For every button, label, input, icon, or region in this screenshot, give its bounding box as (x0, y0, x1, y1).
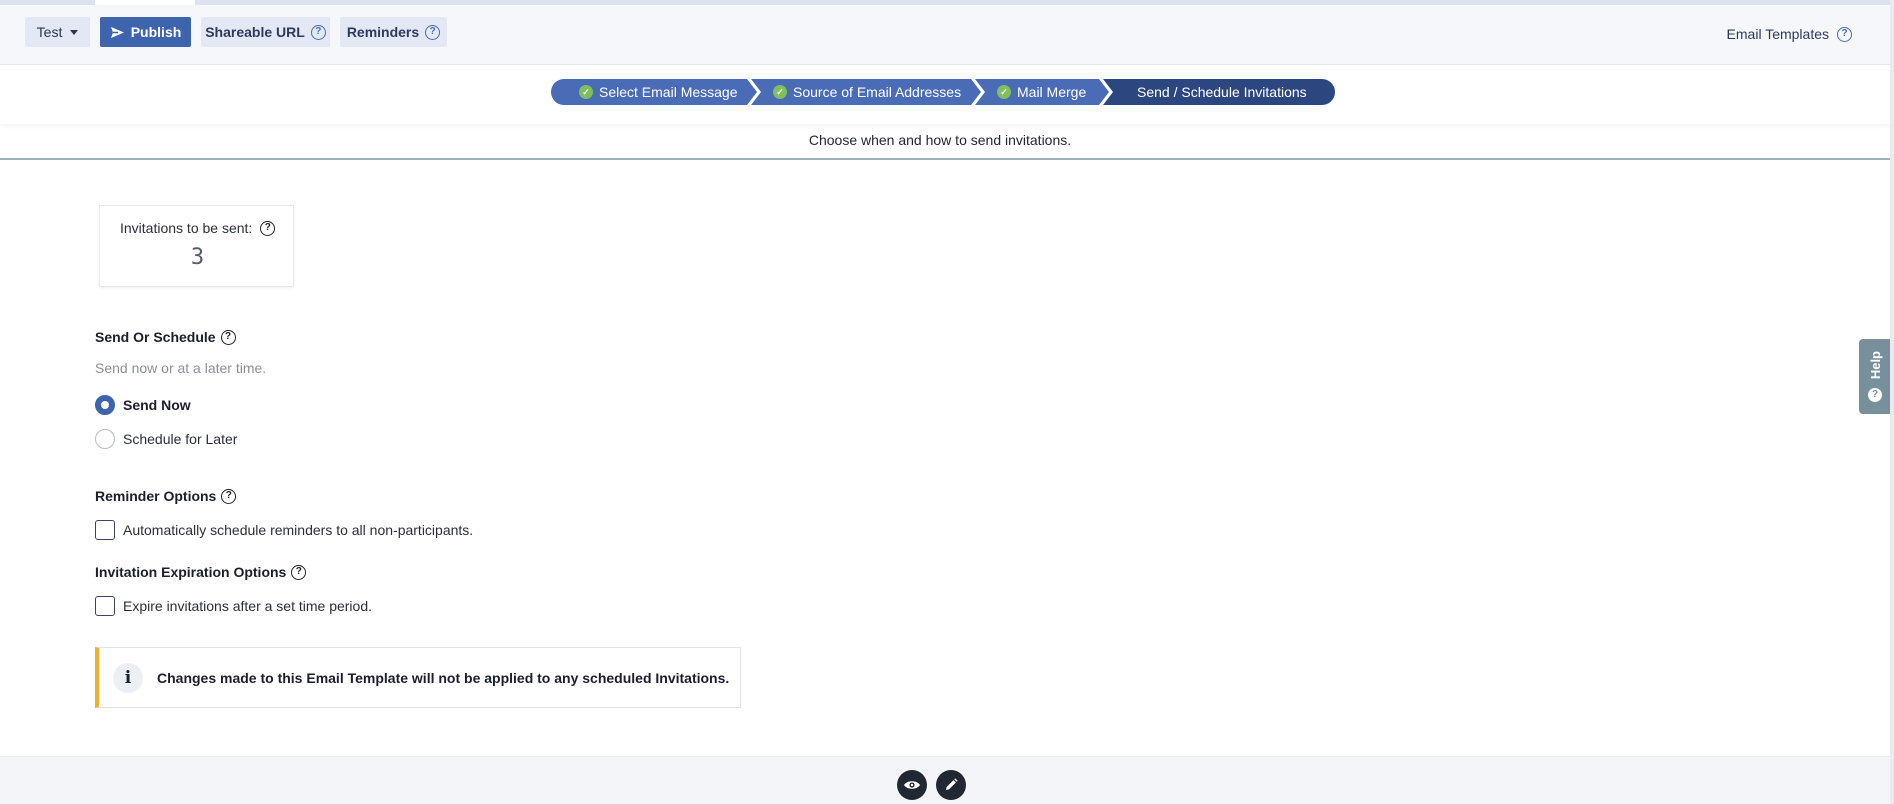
expire-invitations-label: Expire invitations after a set time peri… (123, 598, 373, 614)
email-templates-link[interactable]: Email Templates ? (1727, 26, 1852, 42)
question-icon[interactable]: ? (425, 24, 441, 40)
send-or-schedule-title-text: Send Or Schedule (95, 329, 216, 345)
step-label: Send / Schedule Invitations (1137, 84, 1307, 100)
check-icon: ✓ (997, 85, 1011, 99)
question-icon[interactable]: ? (220, 329, 236, 345)
expiration-options-title-text: Invitation Expiration Options (95, 564, 287, 580)
page: Test Publish Shareable URL ? Reminders ?… (0, 0, 1894, 804)
shareable-url-label: Shareable URL (205, 24, 305, 40)
reminder-options-title-text: Reminder Options (95, 488, 217, 504)
send-or-schedule-description: Send now or at a later time. (95, 360, 267, 376)
edit-button[interactable] (936, 770, 966, 800)
expire-invitations-checkbox[interactable] (95, 596, 115, 616)
reminder-options-title: Reminder Options ? (95, 488, 237, 504)
scheduled-invitations-notice: i Changes made to this Email Template wi… (95, 647, 741, 708)
schedule-later-radio[interactable] (95, 429, 115, 449)
question-icon: ? (1868, 387, 1882, 402)
help-label: Help (1867, 351, 1883, 380)
invitations-count-label: Invitations to be sent: (120, 220, 253, 236)
page-subtitle: Choose when and how to send invitations. (808, 132, 1072, 148)
invitations-count-card: Invitations to be sent: ? 3 (99, 205, 294, 287)
toolbar: Test Publish Shareable URL ? Reminders ?… (0, 5, 1890, 65)
eye-icon (904, 781, 920, 789)
pencil-icon (946, 778, 958, 790)
divider (0, 158, 1890, 160)
auto-reminders-checkbox[interactable] (95, 520, 115, 540)
step-send-schedule-invitations[interactable]: Send / Schedule Invitations (1103, 79, 1335, 105)
step-mail-merge[interactable]: ✓ Mail Merge (975, 79, 1109, 105)
check-icon: ✓ (773, 85, 787, 99)
step-source-of-email-addresses[interactable]: ✓ Source of Email Addresses (751, 79, 981, 105)
send-icon (110, 26, 124, 38)
step-select-email-message[interactable]: ✓ Select Email Message (551, 79, 757, 105)
schedule-later-label: Schedule for Later (123, 431, 238, 447)
send-now-label: Send Now (123, 397, 191, 413)
step-label: Mail Merge (1017, 84, 1087, 100)
auto-reminders-checkbox-option[interactable]: Automatically schedule reminders to all … (95, 520, 473, 540)
auto-reminders-label: Automatically schedule reminders to all … (123, 522, 474, 538)
shareable-url-button[interactable]: Shareable URL ? (201, 17, 330, 47)
step-label: Source of Email Addresses (793, 84, 962, 100)
test-dropdown-button[interactable]: Test (25, 17, 90, 47)
expiration-options-title: Invitation Expiration Options ? (95, 564, 307, 580)
help-tab[interactable]: Help ? (1859, 339, 1891, 414)
email-templates-label: Email Templates (1726, 26, 1829, 42)
check-icon: ✓ (579, 85, 593, 99)
invitations-count-value: 3 (190, 245, 205, 270)
send-now-radio-option[interactable]: Send Now (95, 395, 191, 415)
reminders-button[interactable]: Reminders ? (340, 17, 447, 47)
question-icon[interactable]: ? (1837, 26, 1852, 42)
send-now-radio[interactable] (95, 395, 115, 415)
publish-button[interactable]: Publish (100, 17, 191, 47)
step-label: Select Email Message (599, 84, 738, 100)
preview-button[interactable] (897, 770, 927, 800)
question-icon[interactable]: ? (310, 24, 326, 40)
caret-down-icon (70, 29, 79, 35)
send-or-schedule-title: Send Or Schedule ? (95, 329, 236, 345)
reminders-label: Reminders (346, 24, 420, 40)
schedule-later-radio-option[interactable]: Schedule for Later (95, 429, 237, 449)
question-icon[interactable]: ? (291, 564, 307, 580)
expire-invitations-checkbox-option[interactable]: Expire invitations after a set time peri… (95, 596, 372, 616)
invitations-count-label-row: Invitations to be sent: ? (120, 220, 276, 236)
question-icon[interactable]: ? (260, 220, 276, 236)
question-icon[interactable]: ? (221, 488, 237, 504)
notice-text: Changes made to this Email Template will… (157, 669, 730, 686)
info-icon: i (113, 662, 143, 693)
publish-label: Publish (130, 24, 182, 40)
right-edge (1890, 0, 1894, 804)
test-label: Test (36, 24, 63, 40)
